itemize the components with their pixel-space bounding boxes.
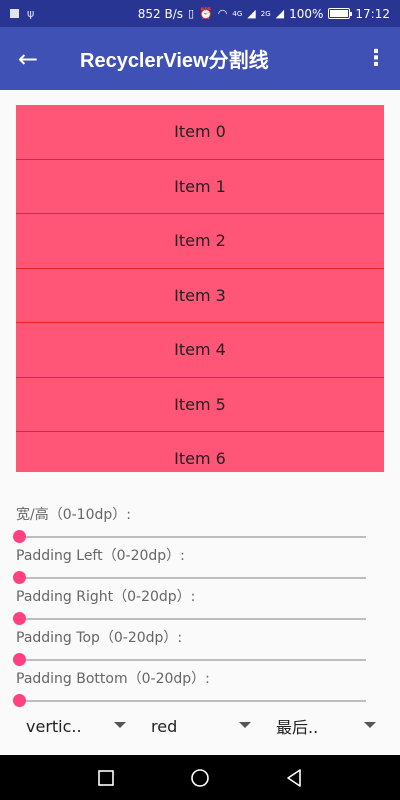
slider-thumb[interactable] [13,571,26,584]
slider-track [16,700,366,702]
circle-icon [190,768,210,788]
status-bar: ψ 852 B/s ▯ ⏰ ◠ 4G ◢ 2G ◢ 100% 17:12 [0,0,400,27]
slider-thumb[interactable] [13,530,26,543]
list-item[interactable]: Item 3 [16,269,384,324]
color-spinner[interactable]: red [129,708,251,744]
padding-bottom-control: Padding Bottom（0-20dp）: [16,669,368,710]
wifi-icon: ◠ [218,7,228,20]
padding-bottom-label: Padding Bottom（0-20dp）: [16,669,368,689]
list-item[interactable]: Item 1 [16,160,384,215]
home-button[interactable] [188,766,212,790]
slider-track [16,577,366,579]
usb-icon: ψ [27,7,34,20]
dropdown-arrow-icon [364,722,376,728]
padding-left-control: Padding Left（0-20dp）: [16,546,368,587]
mode-spinner[interactable]: 最后.. [254,708,376,744]
padding-top-slider[interactable] [16,653,366,667]
size-control: 宽/高（0-10dp）: [16,505,368,546]
signal-icon-2: ◢ [276,7,284,20]
padding-right-slider[interactable] [16,612,366,626]
app-bar: ← RecyclerView分割线 ⋮ [0,27,400,90]
back-button[interactable]: ← [0,27,56,90]
recents-button[interactable] [94,766,118,790]
battery-icon [328,8,350,19]
list-item[interactable]: Item 5 [16,378,384,433]
slider-track [16,536,366,538]
recycler-view[interactable]: Item 0 Item 1 Item 2 Item 3 Item 4 Item … [16,105,384,472]
page-title: RecyclerView分割线 [80,44,269,73]
slider-thumb[interactable] [13,653,26,666]
notification-square-icon [10,9,19,18]
padding-right-control: Padding Right（0-20dp）: [16,587,368,628]
color-value: red [151,717,177,736]
signal-icon: ◢ [247,7,255,20]
slider-thumb[interactable] [13,694,26,707]
padding-left-label: Padding Left（0-20dp）: [16,546,368,566]
list-item[interactable]: Item 6 [16,432,384,472]
more-vert-icon: ⋮ [365,46,387,71]
padding-bottom-slider[interactable] [16,694,366,708]
divider-controls: 宽/高（0-10dp）: Padding Left（0-20dp）: Paddi… [16,505,368,710]
network-speed: 852 B/s [138,7,183,21]
slider-thumb[interactable] [13,612,26,625]
network-tag-2: 2G [261,10,271,18]
back-nav-button[interactable] [282,766,306,790]
triangle-back-icon [285,768,303,788]
list-item[interactable]: Item 0 [16,105,384,160]
alarm-icon: ⏰ [199,7,213,20]
square-icon [97,769,115,787]
overflow-menu-button[interactable]: ⋮ [352,27,400,90]
clock: 17:12 [355,7,390,21]
arrow-left-icon: ← [18,45,38,73]
system-nav-bar [0,755,400,800]
orientation-spinner[interactable]: vertic.. [4,708,126,744]
slider-track [16,659,366,661]
network-tag: 4G [232,10,242,18]
battery-percent: 100% [289,7,323,21]
padding-left-slider[interactable] [16,571,366,585]
list-item[interactable]: Item 2 [16,214,384,269]
spinner-row: vertic.. red 最后.. [0,708,400,744]
size-slider[interactable] [16,530,366,544]
dropdown-arrow-icon [114,722,126,728]
padding-top-control: Padding Top（0-20dp）: [16,628,368,669]
mode-value: 最后.. [276,714,318,738]
padding-top-label: Padding Top（0-20dp）: [16,628,368,648]
dropdown-arrow-icon [239,722,251,728]
padding-right-label: Padding Right（0-20dp）: [16,587,368,607]
orientation-value: vertic.. [26,717,82,736]
size-label: 宽/高（0-10dp）: [16,505,368,525]
vibrate-icon: ▯ [188,7,194,20]
list-item[interactable]: Item 4 [16,323,384,378]
slider-track [16,618,366,620]
